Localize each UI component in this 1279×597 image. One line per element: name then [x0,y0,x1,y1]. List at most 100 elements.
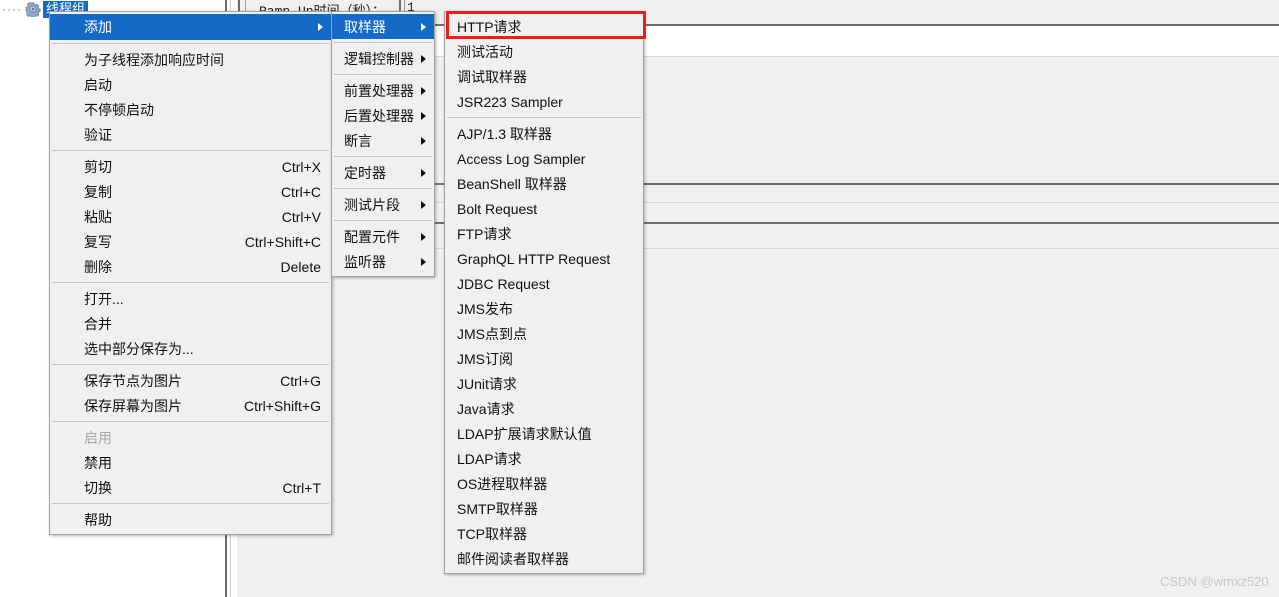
menu-item-copy[interactable]: 复制 Ctrl+C [50,179,331,204]
sampler-item-label: Access Log Sampler [457,150,586,167]
sampler-item-label: JDBC Request [457,275,550,292]
menu-item-label: 合并 [84,315,112,332]
sampler-item-os-process-sampler[interactable]: OS进程取样器 [445,471,643,496]
sampler-item-access-log-sampler[interactable]: Access Log Sampler [445,146,643,171]
chevron-right-icon [421,111,426,120]
chevron-right-icon [421,257,426,266]
sampler-item-label: 邮件阅读者取样器 [457,550,569,567]
menu-separator [334,156,432,157]
sampler-item-tcp-sampler[interactable]: TCP取样器 [445,521,643,546]
sampler-item-jdbc-request[interactable]: JDBC Request [445,271,643,296]
menu-item-accelerator: Ctrl+X [281,158,321,175]
menu-separator [52,421,329,422]
sampler-item-label: JMS点到点 [457,325,527,342]
menu-item-help[interactable]: 帮助 [50,507,331,532]
menu-separator [52,364,329,365]
menu-separator [52,503,329,504]
menu-item-label: 切换 [84,479,112,496]
add-submenu[interactable]: 取样器 逻辑控制器 前置处理器 后置处理器 断言 定时器 测试片段 配置元件 监… [331,11,435,277]
menu-item-save-node-as-image[interactable]: 保存节点为图片 Ctrl+G [50,368,331,393]
menu-item-label: 复制 [84,183,112,200]
sampler-item-test-action[interactable]: 测试活动 [445,39,643,64]
sampler-item-label: 调试取样器 [457,68,527,85]
menu-item-remove[interactable]: 删除 Delete [50,254,331,279]
sampler-item-smtp-sampler[interactable]: SMTP取样器 [445,496,643,521]
menu-item-label: 启动 [84,76,112,93]
menu-item-label: 帮助 [84,511,112,528]
menu-item-start[interactable]: 启动 [50,72,331,97]
submenu-item-logic-controller[interactable]: 逻辑控制器 [332,46,434,71]
sampler-item-java-request[interactable]: Java请求 [445,396,643,421]
menu-item-label: 复写 [84,233,112,250]
sampler-item-ftp-request[interactable]: FTP请求 [445,221,643,246]
sampler-item-label: Java请求 [457,400,515,417]
submenu-item-post-processor[interactable]: 后置处理器 [332,103,434,128]
submenu-item-test-fragment[interactable]: 测试片段 [332,192,434,217]
sampler-item-ajp13-sampler[interactable]: AJP/1.3 取样器 [445,121,643,146]
sampler-item-beanshell-sampler[interactable]: BeanShell 取样器 [445,171,643,196]
sampler-item-label: JSR223 Sampler [457,93,563,110]
sampler-item-label: SMTP取样器 [457,500,538,517]
menu-item-accelerator: Ctrl+T [282,479,322,496]
chevron-right-icon [421,54,426,63]
menu-item-start-no-pauses[interactable]: 不停顿启动 [50,97,331,122]
menu-item-merge[interactable]: 合并 [50,311,331,336]
menu-item-disable[interactable]: 禁用 [50,450,331,475]
sampler-item-jms-publisher[interactable]: JMS发布 [445,296,643,321]
submenu-item-label: 后置处理器 [344,107,414,124]
sampler-item-jms-subscriber[interactable]: JMS订阅 [445,346,643,371]
chevron-right-icon [421,22,426,31]
menu-separator [52,150,329,151]
menu-item-validate[interactable]: 验证 [50,122,331,147]
sampler-item-mail-reader-sampler[interactable]: 邮件阅读者取样器 [445,546,643,571]
menu-item-accelerator: Ctrl+V [281,208,321,225]
submenu-item-label: 配置元件 [344,228,400,245]
sampler-item-ldap-ext-request-defaults[interactable]: LDAP扩展请求默认值 [445,421,643,446]
menu-separator [52,43,329,44]
sampler-item-jms-point-to-point[interactable]: JMS点到点 [445,321,643,346]
sampler-item-bolt-request[interactable]: Bolt Request [445,196,643,221]
submenu-item-pre-processor[interactable]: 前置处理器 [332,78,434,103]
sampler-item-debug-sampler[interactable]: 调试取样器 [445,64,643,89]
menu-item-toggle[interactable]: 切换 Ctrl+T [50,475,331,500]
menu-item-accelerator: Ctrl+C [280,183,321,200]
sampler-item-jsr223-sampler[interactable]: JSR223 Sampler [445,89,643,114]
submenu-item-label: 逻辑控制器 [344,50,414,67]
sampler-item-label: TCP取样器 [457,525,527,542]
tree-connector-icon: ···· [2,2,22,16]
menu-item-open[interactable]: 打开... [50,286,331,311]
tree-node-context-menu[interactable]: 添加 为子线程添加响应时间 启动 不停顿启动 验证 剪切 Ctrl+X 复制 C… [49,11,332,535]
menu-separator [52,282,329,283]
sampler-item-http-request[interactable]: HTTP请求 [445,14,643,39]
gear-icon [25,1,41,17]
menu-item-save-selection-as[interactable]: 选中部分保存为... [50,336,331,361]
chevron-right-icon [421,232,426,241]
sampler-item-label: FTP请求 [457,225,512,242]
sampler-item-label: Bolt Request [457,200,538,217]
menu-separator [447,117,641,118]
submenu-item-assertion[interactable]: 断言 [332,128,434,153]
sampler-submenu[interactable]: HTTP请求 测试活动 调试取样器 JSR223 Sampler AJP/1.3… [444,11,644,574]
submenu-item-label: 监听器 [344,253,386,270]
submenu-item-config-element[interactable]: 配置元件 [332,224,434,249]
menu-item-duplicate[interactable]: 复写 Ctrl+Shift+C [50,229,331,254]
submenu-item-sampler[interactable]: 取样器 [332,14,434,39]
menu-item-paste[interactable]: 粘贴 Ctrl+V [50,204,331,229]
menu-item-label: 打开... [84,290,124,307]
watermark: CSDN @wmxz520 [1160,574,1269,589]
sampler-item-graphql-http-request[interactable]: GraphQL HTTP Request [445,246,643,271]
sampler-item-label: JUnit请求 [457,375,517,392]
menu-item-add[interactable]: 添加 [50,14,331,40]
sampler-item-label: LDAP请求 [457,450,522,467]
menu-separator [334,42,432,43]
menu-item-cut[interactable]: 剪切 Ctrl+X [50,154,331,179]
menu-separator [334,188,432,189]
submenu-item-listener[interactable]: 监听器 [332,249,434,274]
menu-item-add-think-times[interactable]: 为子线程添加响应时间 [50,47,331,72]
application-background: ···· 线程组 Ramp- [0,0,1279,597]
menu-item-label: 选中部分保存为... [84,340,194,357]
menu-item-save-screen-as-image[interactable]: 保存屏幕为图片 Ctrl+Shift+G [50,393,331,418]
sampler-item-junit-request[interactable]: JUnit请求 [445,371,643,396]
submenu-item-timer[interactable]: 定时器 [332,160,434,185]
sampler-item-ldap-request[interactable]: LDAP请求 [445,446,643,471]
